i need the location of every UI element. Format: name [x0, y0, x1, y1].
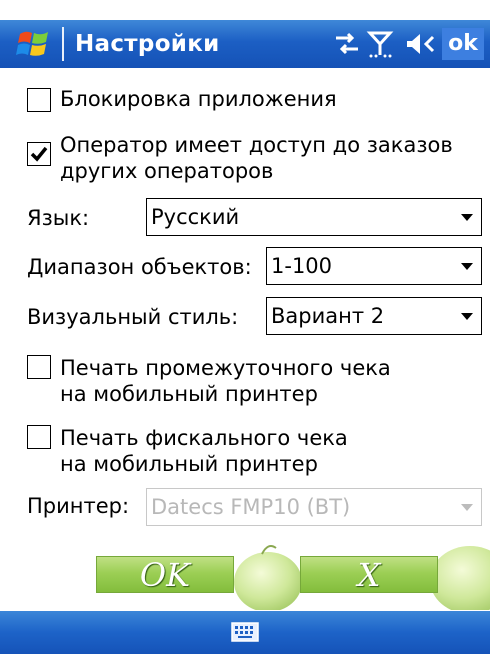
chevron-down-icon: [461, 263, 473, 270]
lock-app-label: Блокировка приложения: [60, 87, 337, 111]
cancel-button[interactable]: X: [300, 556, 438, 593]
visual-style-select[interactable]: Вариант 2: [266, 297, 482, 335]
chevron-down-icon: [461, 313, 473, 320]
printer-label: Принтер:: [27, 494, 130, 518]
operator-access-label-line1: Оператор имеет доступ до заказов: [60, 133, 453, 157]
printer-value: Datecs FMP10 (BT): [151, 495, 351, 519]
language-select[interactable]: Русский: [146, 198, 482, 236]
print-interim-label-line1: Печать промежуточного чека: [60, 356, 391, 380]
objects-range-select[interactable]: 1-100: [266, 247, 482, 285]
print-interim-checkbox[interactable]: [27, 355, 51, 379]
chevron-down-icon: [461, 504, 473, 511]
lock-app-checkbox[interactable]: [27, 88, 51, 112]
ok-button[interactable]: OK: [96, 556, 234, 593]
operator-access-label-line2: других операторов: [60, 159, 274, 183]
visual-style-label: Визуальный стиль:: [27, 305, 239, 329]
chevron-down-icon: [461, 214, 473, 221]
visual-style-value: Вариант 2: [271, 304, 385, 328]
checkmark-icon: [30, 146, 48, 162]
title-separator: [62, 27, 64, 61]
signal-antenna-icon[interactable]: [366, 28, 394, 60]
sync-arrows-icon[interactable]: [330, 28, 364, 60]
windows-start-icon[interactable]: [16, 26, 52, 62]
operator-access-checkbox[interactable]: [27, 142, 51, 166]
speaker-volume-icon[interactable]: [403, 28, 437, 60]
objects-range-value: 1-100: [271, 254, 333, 278]
language-label: Язык:: [27, 206, 90, 230]
print-fiscal-label-line1: Печать фискального чека: [60, 426, 348, 450]
title-ok-button[interactable]: ok: [442, 28, 484, 60]
keyboard-icon[interactable]: [231, 621, 259, 643]
language-value: Русский: [151, 205, 240, 229]
title-bar: Настройки ok: [0, 20, 490, 68]
objects-range-label: Диапазон объектов:: [27, 255, 252, 279]
menu-bar: [0, 611, 490, 654]
print-fiscal-label-line2: на мобильный принтер: [60, 452, 318, 476]
window-title: Настройки: [75, 31, 220, 57]
print-interim-label-line2: на мобильный принтер: [60, 382, 318, 406]
print-fiscal-checkbox[interactable]: [27, 425, 51, 449]
printer-select[interactable]: Datecs FMP10 (BT): [146, 488, 482, 526]
top-strip: [0, 0, 490, 20]
